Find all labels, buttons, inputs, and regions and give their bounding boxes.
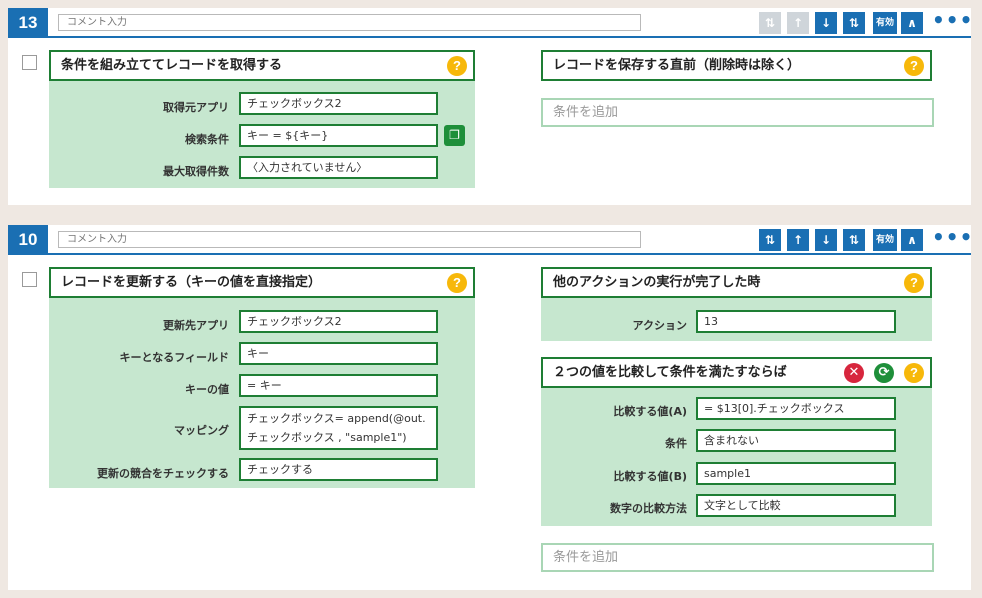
action-title: 条件を組み立ててレコードを取得する (61, 58, 283, 73)
field-label: マッピング (174, 424, 229, 437)
field-label: アクション (632, 319, 687, 332)
trigger-panel: レコードを保存する直前（削除時は除く） ? (541, 50, 932, 81)
action-card-13: 13 ⇅ ↑ ↓ ⇅ 有効 ∧ ••• 条件を組み立ててレコードを取得する ? … (8, 8, 972, 205)
help-icon[interactable]: ? (447, 56, 467, 76)
comment-input[interactable] (58, 14, 641, 31)
trigger-action-field[interactable]: 13 (696, 310, 896, 333)
enable-toggle-button[interactable]: 有効 (873, 229, 897, 251)
condition-title: ２つの値を比較して条件を満たすならば (553, 365, 787, 380)
action-panel: レコードを更新する（キーの値を直接指定） ? 更新先アプリ チェックボックス2 … (49, 267, 475, 488)
help-icon[interactable]: ? (904, 273, 924, 293)
max-count-field[interactable]: 〈入力されていません〉 (239, 156, 438, 179)
card-header: 13 ⇅ ↑ ↓ ⇅ 有効 ∧ ••• (8, 8, 972, 38)
move-bottom-button[interactable]: ⇅ (843, 229, 865, 251)
action-panel: 条件を組み立ててレコードを取得する ? 取得元アプリ チェックボックス2 検索条… (49, 50, 475, 188)
help-icon[interactable]: ? (904, 363, 924, 383)
action-card-10: 10 ⇅ ↑ ↓ ⇅ 有効 ∧ ••• レコードを更新する（キーの値を直接指定）… (8, 225, 972, 590)
action-title: レコードを更新する（キーの値を直接指定） (61, 275, 322, 290)
move-down-button[interactable]: ↓ (815, 229, 837, 251)
move-up-button[interactable]: ↑ (787, 12, 809, 34)
enable-toggle-button[interactable]: 有効 (873, 12, 897, 34)
move-up-button[interactable]: ↑ (787, 229, 809, 251)
help-icon[interactable]: ? (904, 56, 924, 76)
add-condition-button[interactable]: 条件を追加 (541, 543, 934, 572)
condition-operator-field[interactable]: 含まれない (696, 429, 896, 452)
compare-value-a-field[interactable]: = $13[0].チェックボックス (696, 397, 896, 420)
field-label: 取得元アプリ (163, 101, 229, 114)
trigger-title-bar[interactable]: 他のアクションの実行が完了した時 ? (541, 267, 932, 298)
move-top-button[interactable]: ⇅ (759, 229, 781, 251)
swap-icon[interactable]: ⟳ (874, 363, 894, 383)
mapping-field[interactable]: チェックボックス= append(@out.チェックボックス , "sample… (239, 406, 438, 450)
copy-icon[interactable]: ❐ (444, 125, 465, 146)
condition-title-bar[interactable]: ２つの値を比較して条件を満たすならば ✕ ⟳ ? (541, 357, 932, 388)
field-label: キーの値 (185, 383, 229, 396)
key-field-selector[interactable]: キー (239, 342, 438, 365)
move-bottom-button[interactable]: ⇅ (843, 12, 865, 34)
field-label: 更新の競合をチェックする (97, 467, 229, 480)
collapse-button[interactable]: ∧ (901, 229, 923, 251)
card-number: 13 (8, 8, 48, 38)
collapse-button[interactable]: ∧ (901, 12, 923, 34)
field-label: 検索条件 (185, 133, 229, 146)
card-select-checkbox[interactable] (22, 55, 37, 70)
card-number: 10 (8, 225, 48, 255)
help-icon[interactable]: ? (447, 273, 467, 293)
trigger-title: 他のアクションの実行が完了した時 (553, 275, 761, 290)
trigger-title-bar[interactable]: レコードを保存する直前（削除時は除く） ? (541, 50, 932, 81)
card-header: 10 ⇅ ↑ ↓ ⇅ 有効 ∧ ••• (8, 225, 972, 255)
add-condition-button[interactable]: 条件を追加 (541, 98, 934, 127)
source-app-field[interactable]: チェックボックス2 (239, 92, 438, 115)
number-comparison-method-field[interactable]: 文字として比較 (696, 494, 896, 517)
move-top-button[interactable]: ⇅ (759, 12, 781, 34)
comment-input[interactable] (58, 231, 641, 248)
conflict-check-field[interactable]: チェックする (239, 458, 438, 481)
field-label: 条件 (665, 437, 687, 450)
field-label: 比較する値(A) (613, 405, 687, 418)
field-label: キーとなるフィールド (119, 351, 229, 364)
delete-icon[interactable]: ✕ (844, 363, 864, 383)
target-app-field[interactable]: チェックボックス2 (239, 310, 438, 333)
trigger-title: レコードを保存する直前（削除時は除く） (553, 58, 801, 73)
field-label: 最大取得件数 (163, 165, 229, 178)
field-label: 数字の比較方法 (610, 502, 687, 515)
compare-value-b-field[interactable]: sample1 (696, 462, 896, 485)
key-value-field[interactable]: = キー (239, 374, 438, 397)
move-down-button[interactable]: ↓ (815, 12, 837, 34)
card-select-checkbox[interactable] (22, 272, 37, 287)
condition-panel: ２つの値を比較して条件を満たすならば ✕ ⟳ ? 比較する値(A) = $13[… (541, 357, 932, 526)
field-label: 比較する値(B) (613, 470, 687, 483)
action-title-bar[interactable]: レコードを更新する（キーの値を直接指定） ? (49, 267, 475, 298)
field-label: 更新先アプリ (163, 319, 229, 332)
search-condition-field[interactable]: キー = ${キー} (239, 124, 438, 147)
more-menu-icon[interactable]: ••• (932, 227, 972, 251)
action-title-bar[interactable]: 条件を組み立ててレコードを取得する ? (49, 50, 475, 81)
trigger-panel: 他のアクションの実行が完了した時 ? アクション 13 (541, 267, 932, 341)
more-menu-icon[interactable]: ••• (932, 10, 972, 34)
